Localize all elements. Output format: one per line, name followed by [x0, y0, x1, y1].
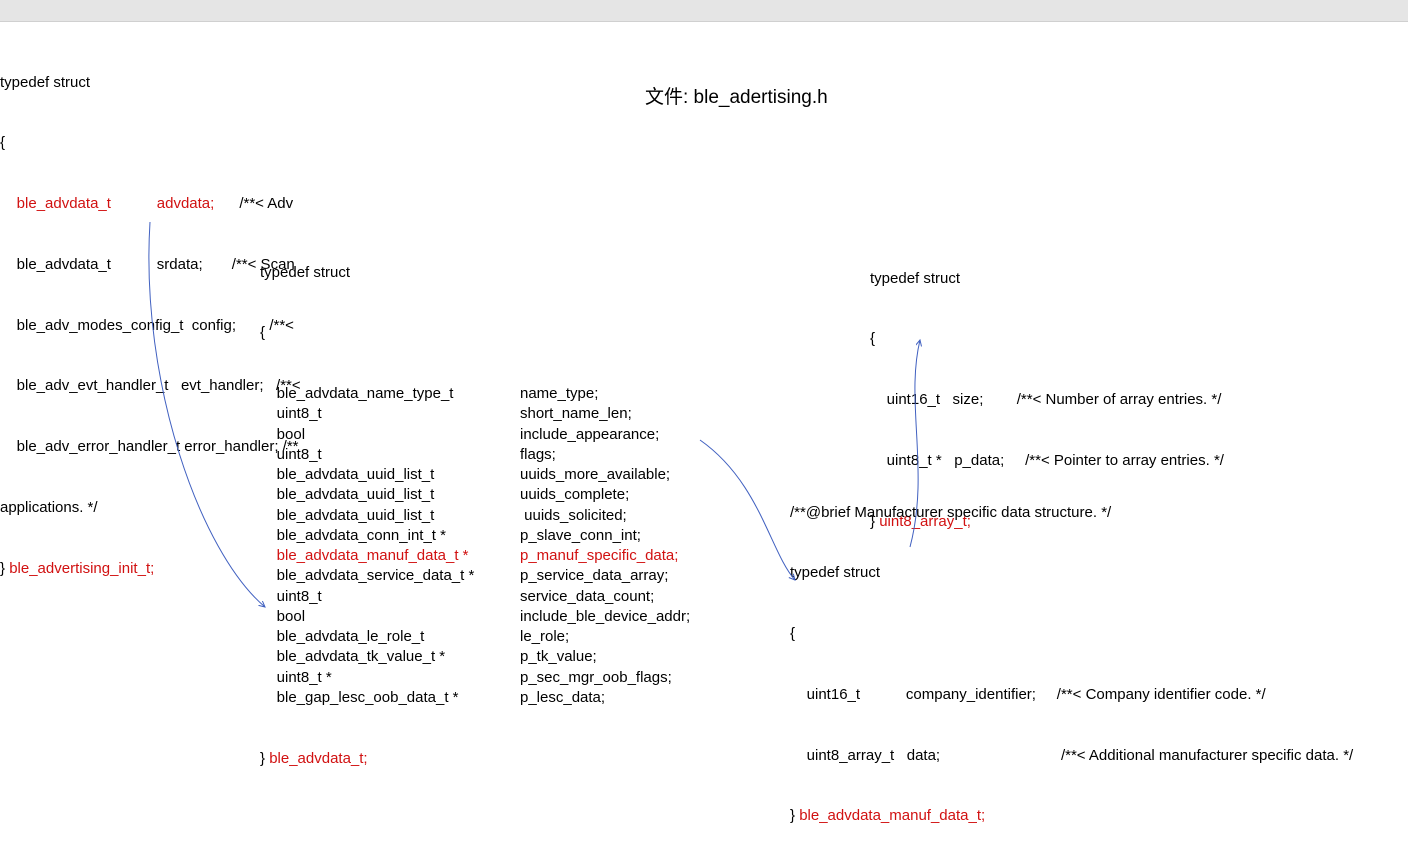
typedef-keyword: typedef struct [260, 263, 690, 283]
struct-row: uint16_t size; /**< Number of array entr… [870, 390, 1224, 410]
struct-row: ble_advdata_conn_int_t *p_slave_conn_int… [260, 526, 690, 546]
struct-row: ble_advdata_uuid_list_tuuids_complete; [260, 485, 690, 505]
close-brace: } ble_advertising_init_t; [0, 559, 301, 579]
window-topbar [0, 0, 1408, 22]
struct-name: ble_advdata_manuf_data_t; [799, 807, 985, 824]
field-advdata: advdata; [157, 195, 215, 212]
close-brace: } ble_advdata_t; [260, 749, 690, 769]
struct-name: ble_advertising_init_t; [9, 560, 154, 577]
open-brace: { [790, 624, 1353, 644]
page-content: 文件: ble_adertising.h typedef struct { bl… [0, 22, 1408, 42]
struct-row: ble_advdata_uuid_list_t uuids_solicited; [260, 506, 690, 526]
open-brace: { [870, 329, 1224, 349]
typedef-keyword: typedef struct [0, 73, 301, 93]
struct-name: ble_advdata_t; [269, 750, 367, 767]
struct-row: ble_adv_evt_handler_t evt_handler; /**< [0, 376, 301, 396]
struct-row: uint16_t company_identifier; /**< Compan… [790, 685, 1353, 705]
brief-comment: /**@brief Manufacturer specific data str… [790, 503, 1353, 523]
struct-row: uint8_array_t data; /**< Additional manu… [790, 746, 1353, 766]
struct-row: ble_adv_error_handler_t error_handler; /… [0, 437, 301, 457]
close-brace: } ble_advdata_manuf_data_t; [790, 806, 1353, 826]
struct-row: ble_advdata_t advdata; /**< Adv [0, 194, 301, 214]
typedef-keyword: typedef struct [790, 563, 1353, 583]
struct-row: uint8_t *p_sec_mgr_oob_flags; [260, 668, 690, 688]
struct-row: ble_advdata_name_type_tname_type; [260, 384, 690, 404]
struct-ble-advdata-manuf-data: /**@brief Manufacturer specific data str… [790, 462, 1353, 867]
struct-row: ble_adv_modes_config_t config; /**< [0, 316, 301, 336]
struct-row: uint8_tshort_name_len; [260, 404, 690, 424]
file-title: 文件: ble_adertising.h [645, 82, 828, 109]
open-brace: { [0, 133, 301, 153]
struct-ble-advdata: typedef struct { ble_advdata_name_type_t… [260, 222, 690, 809]
struct-row: ble_advdata_manuf_data_t *p_manuf_specif… [260, 546, 690, 566]
struct-row: boolinclude_appearance; [260, 425, 690, 445]
open-brace: { [260, 323, 690, 343]
struct-row: applications. */ [0, 498, 301, 518]
comment: /**< Adv [239, 195, 293, 212]
struct-row: boolinclude_ble_device_addr; [260, 607, 690, 627]
typedef-keyword: typedef struct [870, 269, 1224, 289]
struct-row: ble_gap_lesc_oob_data_t *p_lesc_data; [260, 688, 690, 708]
type-ble-advdata-t: ble_advdata_t [17, 195, 111, 212]
struct-row: uint8_tservice_data_count; [260, 587, 690, 607]
struct-row: ble_advdata_service_data_t *p_service_da… [260, 566, 690, 586]
struct-row: ble_advdata_uuid_list_tuuids_more_availa… [260, 465, 690, 485]
struct-row: ble_advdata_le_role_tle_role; [260, 627, 690, 647]
struct-row: uint8_tflags; [260, 445, 690, 465]
struct-row: ble_advdata_t srdata; /**< Scan [0, 255, 301, 275]
struct-ble-advertising-init: typedef struct { ble_advdata_t advdata; … [0, 32, 301, 619]
struct-row: ble_advdata_tk_value_t *p_tk_value; [260, 647, 690, 667]
